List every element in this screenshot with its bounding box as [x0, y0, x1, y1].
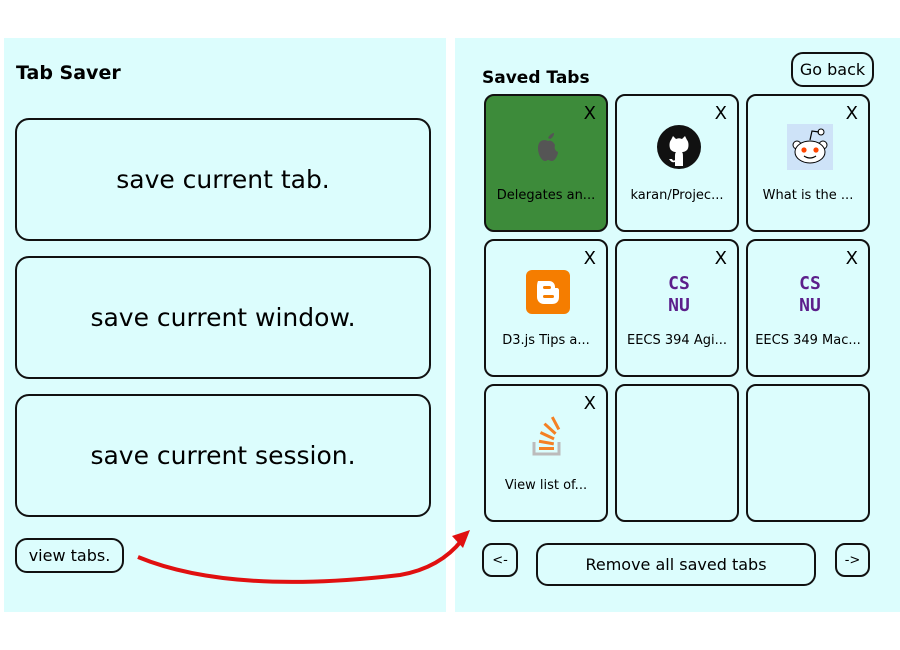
saved-tab-tile[interactable]: X CS NU EECS 394 Agi... [615, 239, 739, 377]
go-back-button[interactable]: Go back [791, 52, 874, 87]
tab-title: What is the ... [762, 188, 854, 203]
close-icon[interactable]: X [584, 393, 596, 414]
empty-tab-slot [615, 384, 739, 522]
save-current-window-button[interactable]: save current window. [15, 256, 431, 379]
tab-title: karan/Projec... [630, 188, 724, 203]
panel-title: Saved Tabs [482, 68, 590, 88]
tab-title: Delegates an... [496, 188, 596, 203]
tab-saver-panel: Tab Saver save current tab. save current… [4, 38, 446, 612]
blogger-icon [526, 270, 570, 314]
svg-text:NU: NU [799, 295, 821, 315]
saved-tab-tile[interactable]: X Delegates an... [484, 94, 608, 232]
save-current-tab-button[interactable]: save current tab. [15, 118, 431, 241]
tab-title: EECS 349 Mac... [755, 333, 861, 348]
saved-tab-tile[interactable]: X D3.js Tips a... [484, 239, 608, 377]
reddit-icon [787, 124, 833, 170]
stackoverflow-icon [532, 416, 561, 456]
close-icon[interactable]: X [715, 103, 727, 124]
csnu-icon: CS NU [799, 273, 821, 315]
saved-tab-tile[interactable]: X What is the ... [746, 94, 870, 232]
tab-title: View list of... [504, 478, 588, 493]
svg-text:CS: CS [799, 273, 821, 294]
close-icon[interactable]: X [584, 103, 596, 124]
github-icon [657, 125, 701, 169]
next-page-button[interactable]: -> [835, 543, 870, 577]
empty-tab-slot [746, 384, 870, 522]
tab-title: D3.js Tips a... [502, 333, 590, 348]
saved-tab-tile[interactable]: X CS NU EECS 349 Mac... [746, 239, 870, 377]
close-icon[interactable]: X [584, 248, 596, 269]
svg-text:CS: CS [668, 273, 690, 294]
saved-tabs-panel: Saved Tabs Go back X Delegates an... X k… [455, 38, 900, 612]
svg-text:NU: NU [668, 295, 690, 315]
save-current-session-button[interactable]: save current session. [15, 394, 431, 517]
view-tabs-button[interactable]: view tabs. [15, 538, 124, 573]
panel-title: Tab Saver [16, 62, 121, 84]
apple-icon [538, 133, 558, 161]
saved-tab-tile[interactable]: X View list of... [484, 384, 608, 522]
close-icon[interactable]: X [846, 248, 858, 269]
saved-tab-tile[interactable]: X karan/Projec... [615, 94, 739, 232]
close-icon[interactable]: X [715, 248, 727, 269]
previous-page-button[interactable]: <- [482, 543, 518, 577]
close-icon[interactable]: X [846, 103, 858, 124]
tab-title: EECS 394 Agi... [627, 333, 727, 348]
csnu-icon: CS NU [668, 273, 690, 315]
remove-all-saved-tabs-button[interactable]: Remove all saved tabs [536, 543, 816, 586]
